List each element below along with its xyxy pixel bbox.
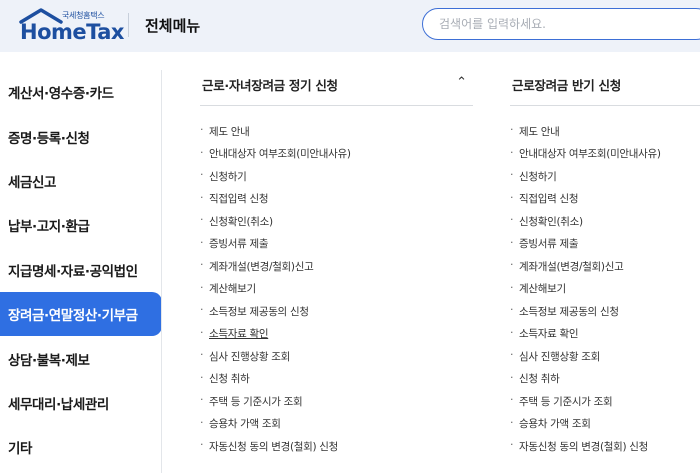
menu-link-hovered[interactable]: 소득자료 확인 xyxy=(200,323,473,346)
menu-link[interactable]: 안내대상자 여부조회(미안내사유) xyxy=(200,143,473,166)
menu-link[interactable]: 자동신청 동의 변경(철회) 신청 xyxy=(510,435,700,458)
column-title: 근로·자녀장려금 정기 신청 xyxy=(202,78,338,93)
menu-link[interactable]: 신청 취하 xyxy=(200,368,473,391)
menu-link[interactable]: 계산해보기 xyxy=(200,278,473,301)
menu-link[interactable]: 신청 취하 xyxy=(510,368,700,391)
link-list: 제도 안내 안내대상자 여부조회(미안내사유) 신청하기 직접입력 신청 신청확… xyxy=(510,120,700,458)
menu-link[interactable]: 신청하기 xyxy=(200,165,473,188)
sidebar-item-incentives[interactable]: 장려금·연말정산·기부금 xyxy=(0,291,162,337)
menu-link[interactable]: 신청하기 xyxy=(510,165,700,188)
menu-column-regular-incentive: 근로·자녀장려금 정기 신청 ⌃ 제도 안내 안내대상자 여부조회(미안내사유)… xyxy=(200,70,473,458)
menu-link[interactable]: 제도 안내 xyxy=(200,120,473,143)
menu-link[interactable]: 승용차 가액 조회 xyxy=(200,413,473,436)
header-divider xyxy=(128,13,129,37)
sidebar-item-payment-statements[interactable]: 지급명세·자료·공익법인 xyxy=(0,248,162,292)
hometax-logo[interactable]: 국세청홈택스 HomeTax xyxy=(18,8,124,44)
page-title: 전체메뉴 xyxy=(145,17,201,35)
top-header: 국세청홈택스 HomeTax 전체메뉴 xyxy=(0,0,700,52)
menu-link[interactable]: 심사 진행상황 조회 xyxy=(510,345,700,368)
menu-link[interactable]: 직접입력 신청 xyxy=(200,188,473,211)
sidebar-divider xyxy=(161,70,162,473)
column-title: 근로장려금 반기 신청 xyxy=(512,78,621,93)
logo-wordmark: HomeTax xyxy=(20,20,124,44)
sidebar-item-tax-filing[interactable]: 세금신고 xyxy=(0,159,162,203)
menu-link[interactable]: 계좌개설(변경/철회)신고 xyxy=(510,255,700,278)
menu-link[interactable]: 심사 진행상황 조회 xyxy=(200,345,473,368)
menu-link[interactable]: 승용차 가액 조회 xyxy=(510,413,700,436)
column-header[interactable]: 근로장려금 반기 신청 xyxy=(510,70,700,106)
menu-link[interactable]: 주택 등 기준시가 조회 xyxy=(510,390,700,413)
sidebar-item-payment[interactable]: 납부·고지·환급 xyxy=(0,203,162,247)
sidebar-item-other[interactable]: 기타 xyxy=(0,425,162,469)
menu-link[interactable]: 신청확인(취소) xyxy=(510,210,700,233)
menu-link[interactable]: 직접입력 신청 xyxy=(510,188,700,211)
sidebar-item-invoices[interactable]: 계산서·영수증·카드 xyxy=(0,70,162,114)
menu-link[interactable]: 자동신청 동의 변경(철회) 신청 xyxy=(200,435,473,458)
menu-link[interactable]: 소득정보 제공동의 신청 xyxy=(200,300,473,323)
search-box[interactable] xyxy=(422,8,700,40)
menu-link[interactable]: 계좌개설(변경/철회)신고 xyxy=(200,255,473,278)
column-header[interactable]: 근로·자녀장려금 정기 신청 ⌃ xyxy=(200,70,473,106)
sidebar-item-consultation[interactable]: 상담·불복·제보 xyxy=(0,336,162,380)
menu-link[interactable]: 증빙서류 제출 xyxy=(510,233,700,256)
menu-link[interactable]: 계산해보기 xyxy=(510,278,700,301)
search-input[interactable] xyxy=(439,15,689,33)
menu-link[interactable]: 제도 안내 xyxy=(510,120,700,143)
sidebar-item-tax-agent[interactable]: 세무대리·납세관리 xyxy=(0,381,162,425)
menu-link[interactable]: 안내대상자 여부조회(미안내사유) xyxy=(510,143,700,166)
link-list: 제도 안내 안내대상자 여부조회(미안내사유) 신청하기 직접입력 신청 신청확… xyxy=(200,120,473,458)
menu-link[interactable]: 신청확인(취소) xyxy=(200,210,473,233)
menu-link[interactable]: 소득자료 확인 xyxy=(510,323,700,346)
menu-link[interactable]: 소득정보 제공동의 신청 xyxy=(510,300,700,323)
menu-link[interactable]: 주택 등 기준시가 조회 xyxy=(200,390,473,413)
menu-column-half-year-incentive: 근로장려금 반기 신청 제도 안내 안내대상자 여부조회(미안내사유) 신청하기… xyxy=(510,70,700,458)
category-sidebar: 계산서·영수증·카드 증명·등록·신청 세금신고 납부·고지·환급 지급명세·자… xyxy=(0,70,162,470)
menu-link[interactable]: 증빙서류 제출 xyxy=(200,233,473,256)
sidebar-item-certificates[interactable]: 증명·등록·신청 xyxy=(0,114,162,158)
chevron-up-icon[interactable]: ⌃ xyxy=(456,75,467,90)
